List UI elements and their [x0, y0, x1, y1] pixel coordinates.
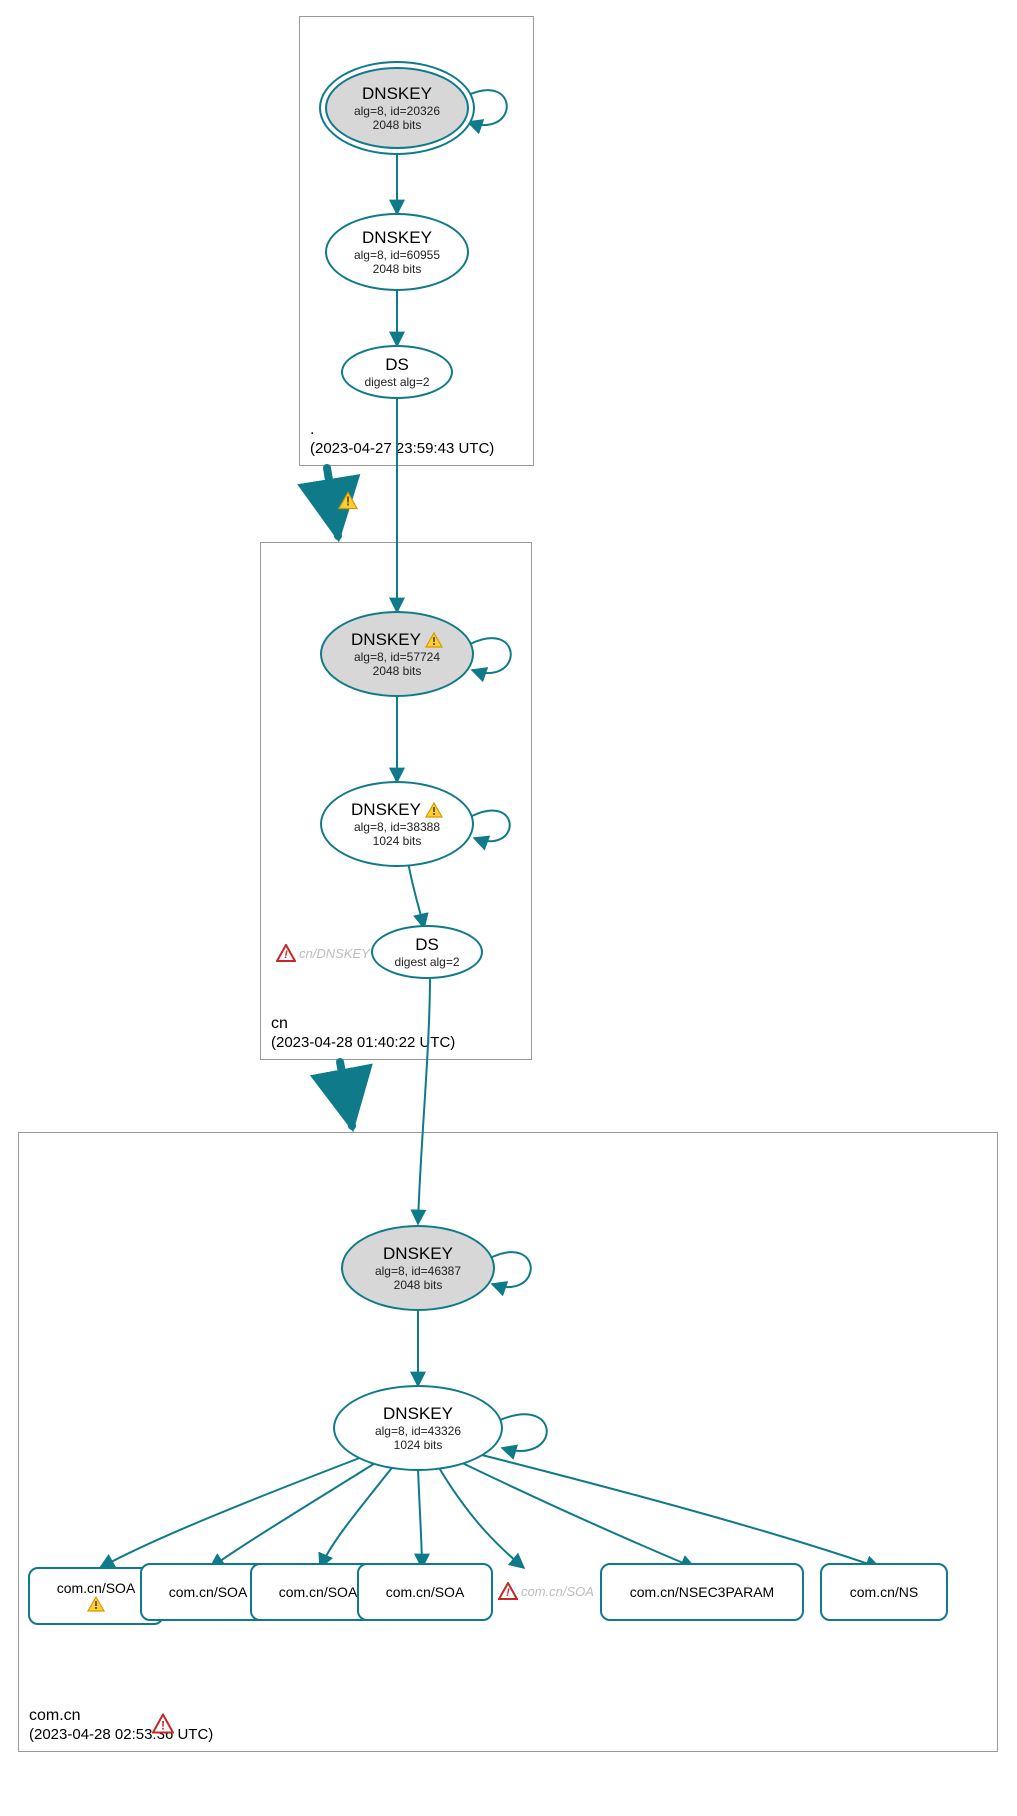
- node-comcn-zsk: DNSKEY alg=8, id=43326 1024 bits: [333, 1385, 503, 1471]
- svg-text:!: !: [161, 1719, 165, 1733]
- node-rr-soa-4: com.cn/SOA: [357, 1563, 493, 1621]
- svg-text:!: !: [284, 949, 288, 961]
- warning-icon: [87, 1596, 105, 1612]
- node-cn-ksk: DNSKEY alg=8, id=57724 2048 bits: [320, 611, 474, 697]
- warning-icon: [425, 632, 443, 648]
- svg-text:!: !: [506, 1587, 510, 1599]
- node-comcn-ksk: DNSKEY alg=8, id=46387 2048 bits: [341, 1225, 495, 1311]
- ghost-comcn-soa: ! com.cn/SOA: [498, 1582, 594, 1600]
- ghost-cn-dnskey: ! cn/DNSKEY: [276, 944, 370, 962]
- node-root-ds: DS digest alg=2: [341, 345, 453, 399]
- node-rr-nsec3param: com.cn/NSEC3PARAM: [600, 1563, 804, 1621]
- warning-icon: [425, 802, 443, 818]
- error-icon: !: [276, 944, 296, 962]
- node-cn-zsk: DNSKEY alg=8, id=38388 1024 bits: [320, 781, 474, 867]
- node-cn-ds: DS digest alg=2: [371, 925, 483, 979]
- warning-icon: [338, 492, 358, 515]
- error-icon: !: [498, 1582, 518, 1600]
- error-icon: !: [152, 1714, 174, 1739]
- node-root-zsk: DNSKEY alg=8, id=60955 2048 bits: [325, 213, 469, 291]
- edge-layer: [0, 0, 1017, 1816]
- node-root-ksk: DNSKEY alg=8, id=20326 2048 bits: [325, 67, 469, 149]
- node-rr-ns: com.cn/NS: [820, 1563, 948, 1621]
